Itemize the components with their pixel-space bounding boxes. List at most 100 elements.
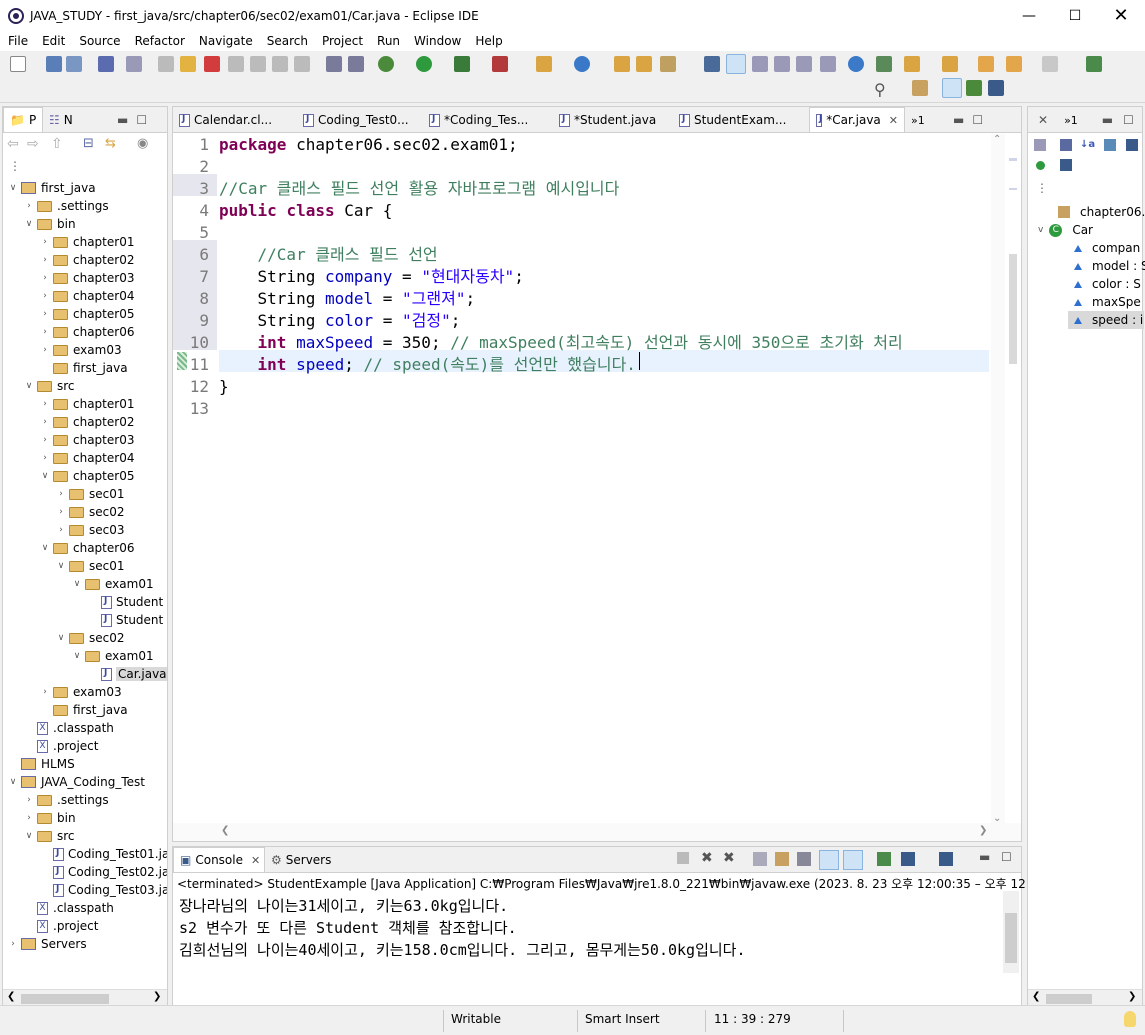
tree-item[interactable]: X .project — [3, 737, 98, 755]
pin-console-icon[interactable] — [877, 852, 891, 866]
tab-servers[interactable]: ⚙ Servers — [265, 848, 335, 872]
search-toolbar-icon[interactable] — [660, 56, 676, 72]
console-output[interactable]: 장나라님의 나이는31세이고, 키는63.0kg입니다. s2 변수가 또 다른… — [173, 891, 1019, 1005]
expand-chevron-icon[interactable]: › — [39, 453, 51, 463]
pin-editor-icon[interactable] — [1086, 56, 1102, 72]
skip-breakpoints-icon[interactable] — [126, 56, 142, 72]
tree-item-file[interactable]: Coding_Test02.ja — [3, 863, 167, 881]
next-edit-icon[interactable] — [904, 56, 920, 72]
web-browser-icon[interactable] — [848, 56, 864, 72]
maximize-icon[interactable]: ☐ — [1001, 850, 1012, 864]
menu-file[interactable]: File — [0, 34, 34, 48]
tab-coding-test-2[interactable]: *Coding_Tes... — [423, 108, 553, 132]
tree-item[interactable]: › bin — [3, 809, 75, 827]
new-java-project-icon[interactable] — [536, 56, 552, 72]
collapse-chevron-icon[interactable]: ∨ — [23, 219, 35, 229]
hide-fields-icon[interactable] — [1034, 139, 1046, 151]
block-selection-icon[interactable] — [774, 56, 790, 72]
step-return-icon[interactable] — [294, 56, 310, 72]
maximize-button[interactable]: ☐ — [1052, 0, 1098, 31]
outline-field[interactable]: maxSpe — [1074, 293, 1141, 311]
maximize-icon[interactable]: ☐ — [972, 113, 983, 127]
tree-item[interactable]: ∨ chapter05 — [3, 467, 135, 485]
tree-item[interactable]: › .settings — [3, 197, 108, 215]
editor-hscrollbar[interactable]: ❮ ❯ — [173, 823, 1021, 841]
tree-item[interactable]: › sec02 — [3, 503, 124, 521]
tree-item[interactable]: first_java — [3, 701, 128, 719]
collapse-chevron-icon[interactable]: ∨ — [7, 183, 19, 193]
minimize-icon[interactable]: ▬ — [979, 850, 990, 864]
search-icon[interactable]: ⚲ — [874, 80, 886, 99]
maximize-icon[interactable]: ☐ — [136, 113, 147, 127]
outline-field[interactable]: model : S — [1074, 257, 1145, 275]
expand-chevron-icon[interactable]: › — [39, 399, 51, 409]
expand-chevron-icon[interactable]: › — [55, 489, 67, 499]
coverage-icon[interactable] — [454, 56, 470, 72]
step-into-icon[interactable] — [250, 56, 266, 72]
hide-local-types-icon[interactable] — [1036, 161, 1045, 170]
minimize-icon[interactable]: ▬ — [117, 113, 128, 127]
view-menu-icon[interactable]: ◉ — [137, 136, 148, 151]
java-ee-perspective-icon[interactable] — [988, 80, 1004, 96]
run-server-icon[interactable] — [876, 56, 892, 72]
tree-item[interactable]: ∨ bin — [3, 215, 76, 233]
outline-package[interactable]: chapter06.s — [1058, 203, 1145, 221]
tree-item[interactable]: ∨ src — [3, 827, 75, 845]
close-window-button[interactable]: ✕ — [1098, 0, 1144, 31]
terminate-icon[interactable] — [204, 56, 220, 72]
expand-chevron-icon[interactable]: › — [23, 813, 35, 823]
tree-item[interactable]: › chapter02 — [3, 251, 134, 269]
ruler-thumb[interactable] — [1009, 254, 1017, 364]
tree-item-file[interactable]: Coding_Test03.ja — [3, 881, 167, 899]
expand-icon[interactable]: v — [1038, 225, 1043, 235]
scroll-right-icon[interactable]: ❯ — [153, 991, 161, 1002]
link-outline-icon[interactable] — [1060, 159, 1072, 171]
tab-calendar[interactable]: Calendar.cl... — [173, 108, 297, 132]
expand-chevron-icon[interactable]: › — [39, 273, 51, 283]
close-view-icon[interactable]: ✕ — [1038, 113, 1048, 127]
suspend-icon[interactable] — [180, 56, 196, 72]
close-tab-icon[interactable]: ✕ — [889, 114, 898, 127]
tab-console[interactable]: ▣ Console ✕ — [173, 847, 265, 872]
link-editor-icon[interactable]: ⇆ — [105, 136, 116, 151]
back-arrow-icon[interactable] — [1006, 56, 1022, 72]
step-over-icon[interactable] — [272, 56, 288, 72]
tree-item[interactable]: X .project — [3, 917, 98, 935]
tree-item[interactable]: › exam03 — [3, 683, 121, 701]
tree-item[interactable]: › Servers — [3, 935, 86, 953]
outline-hscrollbar[interactable]: ❮ ❯ — [1028, 989, 1142, 1006]
tab-package-explorer[interactable]: 📁 P — [3, 107, 43, 132]
maximize-icon[interactable]: ☐ — [1123, 113, 1134, 127]
word-wrap-icon[interactable] — [796, 56, 812, 72]
scroll-lock-icon[interactable] — [775, 852, 789, 866]
view-menu-dots-icon[interactable]: ⋮ — [9, 159, 21, 173]
hide-static-icon[interactable] — [1104, 139, 1116, 151]
save-all-icon[interactable] — [66, 56, 82, 72]
tree-item[interactable]: › sec01 — [3, 485, 124, 503]
minimize-icon[interactable]: ▬ — [953, 113, 964, 127]
tree-item[interactable]: › chapter06 — [3, 323, 134, 341]
menu-navigate[interactable]: Navigate — [191, 34, 259, 48]
outline-class[interactable]: v C Car — [1038, 221, 1093, 239]
external-tools-icon[interactable] — [492, 56, 508, 72]
tree-item-file[interactable]: Student — [3, 593, 163, 611]
tree-item[interactable]: HLMS — [3, 755, 75, 773]
expand-chevron-icon[interactable]: › — [39, 345, 51, 355]
tree-item[interactable]: › .settings — [3, 791, 108, 809]
collapse-chevron-icon[interactable]: ∨ — [7, 777, 19, 787]
toggle-mark-icon[interactable] — [704, 56, 720, 72]
display-console-icon[interactable] — [901, 852, 915, 866]
tree-item[interactable]: › sec03 — [3, 521, 124, 539]
collapse-all-icon[interactable]: ⊟ — [83, 136, 94, 151]
tree-item[interactable]: ∨ sec01 — [3, 557, 125, 575]
expand-chevron-icon[interactable]: › — [23, 201, 35, 211]
hide-nonpublic-icon[interactable] — [1126, 139, 1138, 151]
show-whitespace-icon[interactable] — [820, 56, 836, 72]
scrollbar-thumb[interactable] — [21, 994, 109, 1004]
view-menu-dots-icon[interactable]: ⋮ — [1036, 181, 1048, 195]
expand-chevron-icon[interactable]: › — [39, 255, 51, 265]
scroll-left-icon[interactable]: ❮ — [221, 825, 229, 836]
expand-chevron-icon[interactable]: › — [7, 939, 19, 949]
sort-icon[interactable]: ↓a — [1080, 139, 1095, 150]
forward-nav-icon[interactable]: ⇨ — [27, 136, 39, 152]
